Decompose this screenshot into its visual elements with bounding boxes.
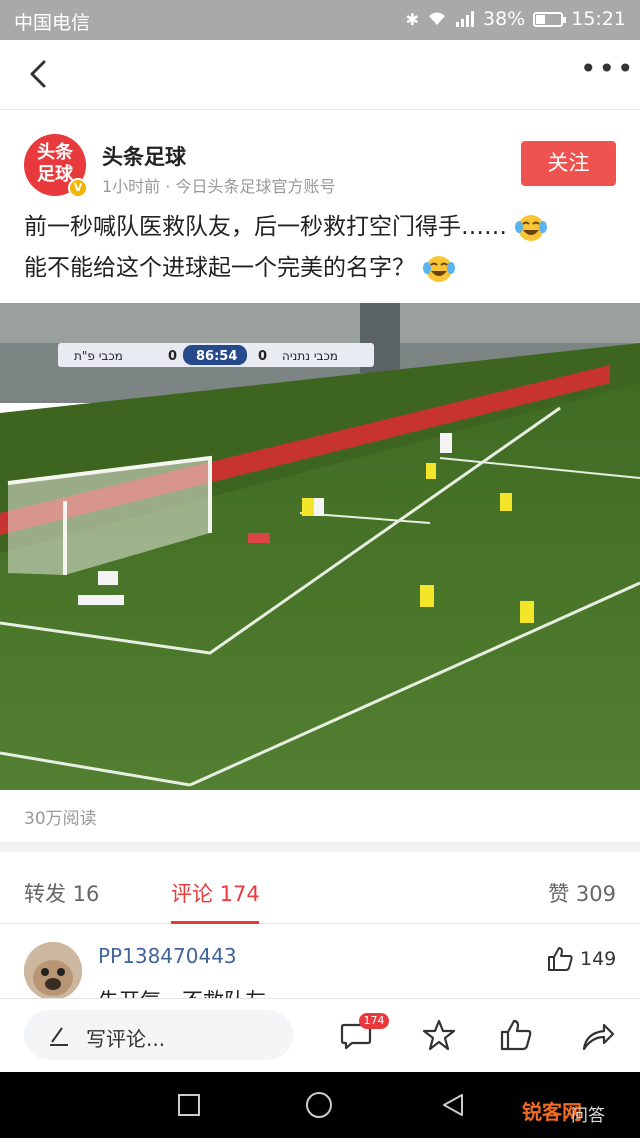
battery-percent: 38%: [483, 8, 526, 30]
laughing-tears-emoji-icon: [423, 255, 456, 282]
bluetooth-icon: ✱: [405, 9, 419, 29]
thumb-up-icon: [548, 947, 573, 971]
scoreboard-home-score: 0: [258, 349, 267, 364]
thumb-up-icon[interactable]: [498, 1017, 534, 1053]
comment-count-badge: 174: [359, 1013, 389, 1029]
more-dots-icon[interactable]: •••: [580, 55, 634, 90]
battery-icon: [533, 11, 567, 27]
comment-like-count: 149: [580, 948, 617, 970]
author-meta: 1小时前 · 今日头条足球官方账号: [102, 177, 336, 196]
commenter-avatar[interactable]: [24, 942, 82, 1000]
chevron-left-icon[interactable]: [22, 56, 58, 92]
signal-icon: [456, 11, 474, 27]
bottom-action-bar: 写评论... 174: [0, 998, 640, 1072]
wifi-icon: [429, 12, 445, 25]
active-tab-indicator: [171, 921, 259, 924]
share-icon[interactable]: [580, 1017, 616, 1053]
follow-button[interactable]: 关注: [521, 141, 616, 186]
scoreboard-time: 86:54: [196, 349, 237, 364]
home-icon[interactable]: [306, 1092, 332, 1118]
scoreboard-away-score: 0: [168, 349, 177, 364]
tab-repost[interactable]: 转发 16: [24, 878, 99, 908]
watermark-suffix: 问答: [571, 1106, 605, 1126]
video-frame: מכבי פ"ת 0 86:54 0 מכבי נתניה: [0, 303, 640, 790]
recent-apps-icon[interactable]: [178, 1094, 200, 1116]
write-comment-label: 写评论...: [86, 1027, 166, 1051]
read-count: 30万阅读: [24, 809, 97, 829]
carrier-label: 中国电信: [14, 12, 91, 34]
engagement-tabs: 转发 16 评论 174 赞 309: [0, 852, 640, 924]
tab-comments[interactable]: 评论 174: [171, 878, 260, 908]
commenter-username[interactable]: PP138470443: [98, 944, 237, 968]
status-bar: 中国电信 ✱ 38% 15:21: [0, 0, 640, 40]
laughing-tears-emoji-icon: [515, 214, 548, 241]
verified-badge-icon: V: [68, 178, 88, 198]
author-name[interactable]: 头条足球: [102, 141, 186, 171]
author-avatar[interactable]: 头条 足球 V: [24, 134, 88, 198]
back-triangle-icon[interactable]: [440, 1092, 466, 1118]
post-line-2: 能不能给这个进球起一个完美的名字？: [24, 248, 624, 289]
video-player[interactable]: מכבי פ"ת 0 86:54 0 מכבי נתניה: [0, 303, 640, 790]
write-comment-input[interactable]: 写评论...: [24, 1010, 293, 1060]
screen: 中国电信 ✱ 38% 15:21 ••• 头条 足球 V 头条足球 1小时前 ·…: [0, 0, 640, 1138]
scoreboard-home-team: מכבי נתניה: [282, 349, 338, 363]
star-icon[interactable]: [421, 1017, 457, 1053]
comment-like-button[interactable]: 149: [546, 944, 616, 974]
scoreboard-away-team: מכבי פ"ת: [74, 349, 123, 363]
section-divider: [0, 842, 640, 852]
clock: 15:21: [571, 8, 626, 30]
pencil-icon: [50, 1027, 68, 1046]
top-nav-bar: •••: [0, 40, 640, 110]
tab-likes[interactable]: 赞 309: [548, 878, 616, 908]
post-line-1: 前一秒喊队医救队友，后一秒救打空门得手……: [24, 207, 624, 248]
post-text: 前一秒喊队医救队友，后一秒救打空门得手…… 能不能给这个进球起一个完美的名字？: [24, 207, 624, 289]
